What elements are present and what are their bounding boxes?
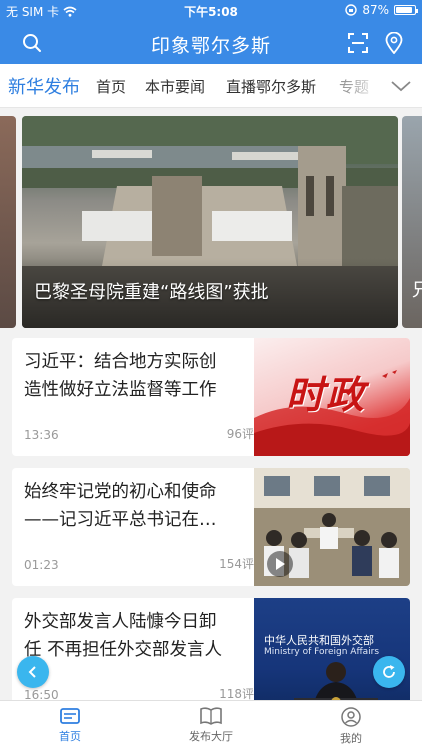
next-slide-caption: 兄	[412, 280, 422, 301]
news-headline: 习近平：结合地方实际创 造性做好立法监督等工作	[24, 348, 246, 404]
battery-percent: 87%	[362, 3, 389, 17]
user-icon	[341, 707, 361, 727]
carousel-prev-slide[interactable]	[0, 116, 16, 328]
bottom-nav-mine[interactable]: 我的	[301, 707, 401, 746]
status-bar: 无 SIM 卡 下午5:08 87%	[0, 0, 422, 22]
tab-xinhua[interactable]: 新华发布	[8, 73, 80, 99]
channel-tabs: 新华发布 首页 本市要闻 直播鄂尔多斯 专题	[0, 64, 422, 108]
bottom-nav-publish-label: 发布大厅	[189, 730, 233, 743]
tab-home[interactable]: 首页	[96, 76, 126, 97]
bottom-nav: 首页 发布大厅 我的	[0, 700, 422, 750]
headline-line: 造性做好立法监督等工作	[24, 380, 217, 400]
news-card[interactable]: 习近平：结合地方实际创 造性做好立法监督等工作 13:36 96评 时政	[12, 338, 410, 456]
tab-live[interactable]: 直播鄂尔多斯	[226, 76, 316, 97]
location-icon[interactable]	[382, 31, 406, 55]
news-thumbnail: 时政	[254, 338, 410, 456]
book-icon	[200, 707, 222, 725]
headline-line: 任 不再担任外交部发言人	[24, 640, 223, 660]
headline-line: ——记习近平总书记在…	[24, 510, 217, 530]
headline-line: 始终牢记党的初心和使命	[24, 482, 217, 502]
headline-line: 习近平：结合地方实际创	[24, 352, 217, 372]
bottom-nav-home[interactable]: 首页	[20, 707, 120, 744]
chevron-left-icon	[28, 666, 36, 678]
banner-carousel[interactable]: 巴黎圣母院重建“路线图”获批 兄	[0, 116, 422, 328]
carousel-next-slide[interactable]: 兄	[402, 116, 422, 328]
headline-line: 外交部发言人陆慷今日卸	[24, 612, 217, 632]
tab-fade	[346, 64, 386, 107]
bottom-nav-home-label: 首页	[59, 730, 81, 743]
news-home-icon	[60, 708, 80, 724]
back-button[interactable]	[17, 656, 49, 688]
carousel-caption: 巴黎圣母院重建“路线图”获批	[34, 282, 269, 303]
bottom-nav-publish[interactable]: 发布大厅	[161, 707, 261, 744]
news-comment-count: 96评	[226, 427, 254, 441]
news-card[interactable]: 始终牢记党的初心和使命 ——记习近平总书记在… 01:23 154评	[12, 468, 410, 586]
header: 印象鄂尔多斯	[0, 22, 422, 64]
refresh-button[interactable]	[373, 656, 405, 688]
orientation-lock-icon	[345, 4, 358, 16]
news-card[interactable]: 外交部发言人陆慷今日卸 任 不再担任外交部发言人 16:50 118评 中华人民…	[12, 598, 410, 716]
news-headline: 外交部发言人陆慷今日卸 任 不再担任外交部发言人	[24, 608, 246, 664]
news-time: 13:36	[24, 428, 59, 442]
play-icon[interactable]	[267, 551, 293, 577]
status-right: 87%	[345, 3, 418, 17]
battery-icon	[394, 5, 418, 15]
news-time: 01:23	[24, 558, 59, 572]
refresh-icon	[383, 665, 395, 678]
chevron-down-icon[interactable]	[390, 76, 412, 96]
news-thumbnail	[254, 468, 410, 586]
tab-city-news[interactable]: 本市要闻	[145, 76, 205, 97]
carousel-slide[interactable]: 巴黎圣母院重建“路线图”获批	[22, 116, 398, 328]
bottom-nav-mine-label: 我的	[340, 732, 362, 745]
news-headline: 始终牢记党的初心和使命 ——记习近平总书记在…	[24, 478, 246, 534]
news-comment-count: 154评	[219, 557, 254, 571]
scan-icon[interactable]	[346, 31, 370, 55]
politics-thumb-label: 时政	[286, 373, 367, 417]
